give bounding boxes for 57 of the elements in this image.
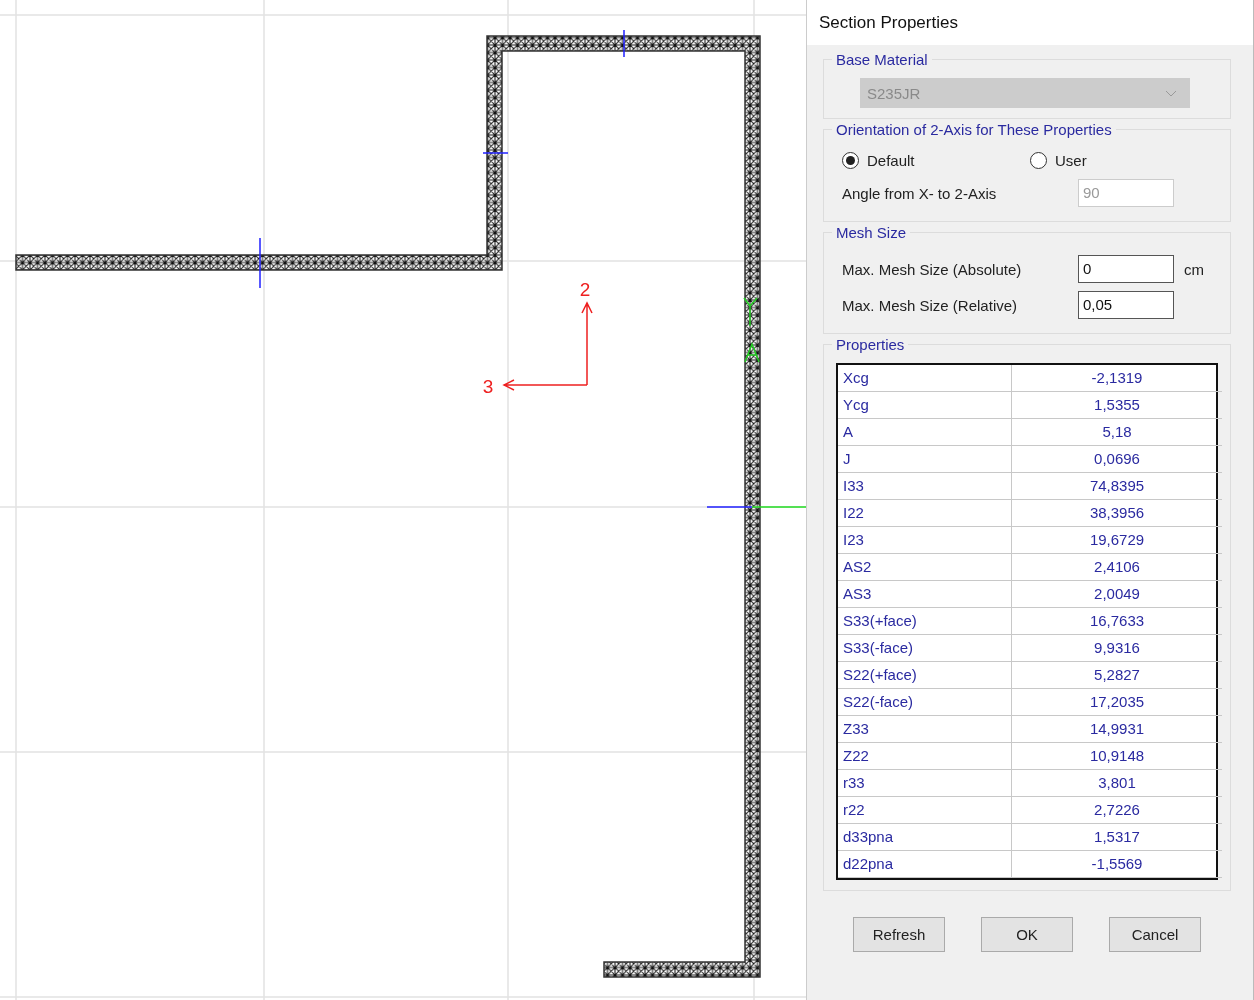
table-cell: -1,5569 <box>1012 851 1222 878</box>
radio-button[interactable]: User <box>1030 152 1218 169</box>
table-cell: I22 <box>838 500 1012 527</box>
axis-label: 3 <box>482 376 494 397</box>
group-legend: Properties <box>832 336 909 353</box>
table-cell: J <box>838 446 1012 473</box>
table-cell: I23 <box>838 527 1012 554</box>
field-label: Max. Mesh Size (Relative) <box>842 296 1019 314</box>
table-cell: S33(+face) <box>838 608 1012 635</box>
dialog-title: Section Properties <box>807 0 1253 45</box>
table-cell: 2,4106 <box>1012 554 1222 581</box>
table-cell: Xcg <box>838 365 1012 392</box>
table-cell: r22 <box>838 797 1012 824</box>
table-cell: 3,801 <box>1012 770 1222 797</box>
field-label: Max. Mesh Size (Absolute) <box>842 260 1023 278</box>
table-cell: 2,7226 <box>1012 797 1222 824</box>
table-cell: 2,0049 <box>1012 581 1222 608</box>
table-cell: 19,6729 <box>1012 527 1222 554</box>
mesh-size-field[interactable]: 0,05 <box>1078 291 1174 319</box>
table-cell: 14,9931 <box>1012 716 1222 743</box>
axis-label: 2 <box>579 279 591 300</box>
table-cell: 5,2827 <box>1012 662 1222 689</box>
table-cell: S33(-face) <box>838 635 1012 662</box>
table-cell: 0,0696 <box>1012 446 1222 473</box>
table-cell: d33pna <box>838 824 1012 851</box>
table-cell: 38,3956 <box>1012 500 1222 527</box>
table-cell: -2,1319 <box>1012 365 1222 392</box>
table-cell: S22(-face) <box>838 689 1012 716</box>
table-cell: 5,18 <box>1012 419 1222 446</box>
table-cell: d22pna <box>838 851 1012 878</box>
table-cell: 16,7633 <box>1012 608 1222 635</box>
table-cell: r33 <box>838 770 1012 797</box>
group-legend: Mesh Size <box>832 224 911 241</box>
group-legend: Orientation of 2-Axis for These Properties <box>832 121 1116 138</box>
table-cell: 17,2035 <box>1012 689 1222 716</box>
table-cell: Z22 <box>838 743 1012 770</box>
dialog-button[interactable]: Cancel <box>1109 917 1201 952</box>
table-cell: 9,9316 <box>1012 635 1222 662</box>
radio-button[interactable]: Default <box>842 152 1030 169</box>
dropdown-caret-icon <box>1165 89 1177 97</box>
table-cell: 1,5317 <box>1012 824 1222 851</box>
table-cell: A <box>838 419 1012 446</box>
field-label: Angle from X- to 2-Axis <box>842 184 998 202</box>
unit-label: cm <box>1184 260 1204 278</box>
table-cell: 74,8395 <box>1012 473 1222 500</box>
table-cell: Z33 <box>838 716 1012 743</box>
table-cell: S22(+face) <box>838 662 1012 689</box>
table-cell: 10,9148 <box>1012 743 1222 770</box>
mesh-size-field[interactable]: 0 <box>1078 255 1174 283</box>
table-cell: AS3 <box>838 581 1012 608</box>
table-cell: AS2 <box>838 554 1012 581</box>
dialog-button[interactable]: OK <box>981 917 1073 952</box>
dialog-button[interactable]: Refresh <box>853 917 945 952</box>
table-cell: 1,5355 <box>1012 392 1222 419</box>
table-cell: Ycg <box>838 392 1012 419</box>
group-legend: Base Material <box>832 51 932 68</box>
table-cell: I33 <box>838 473 1012 500</box>
